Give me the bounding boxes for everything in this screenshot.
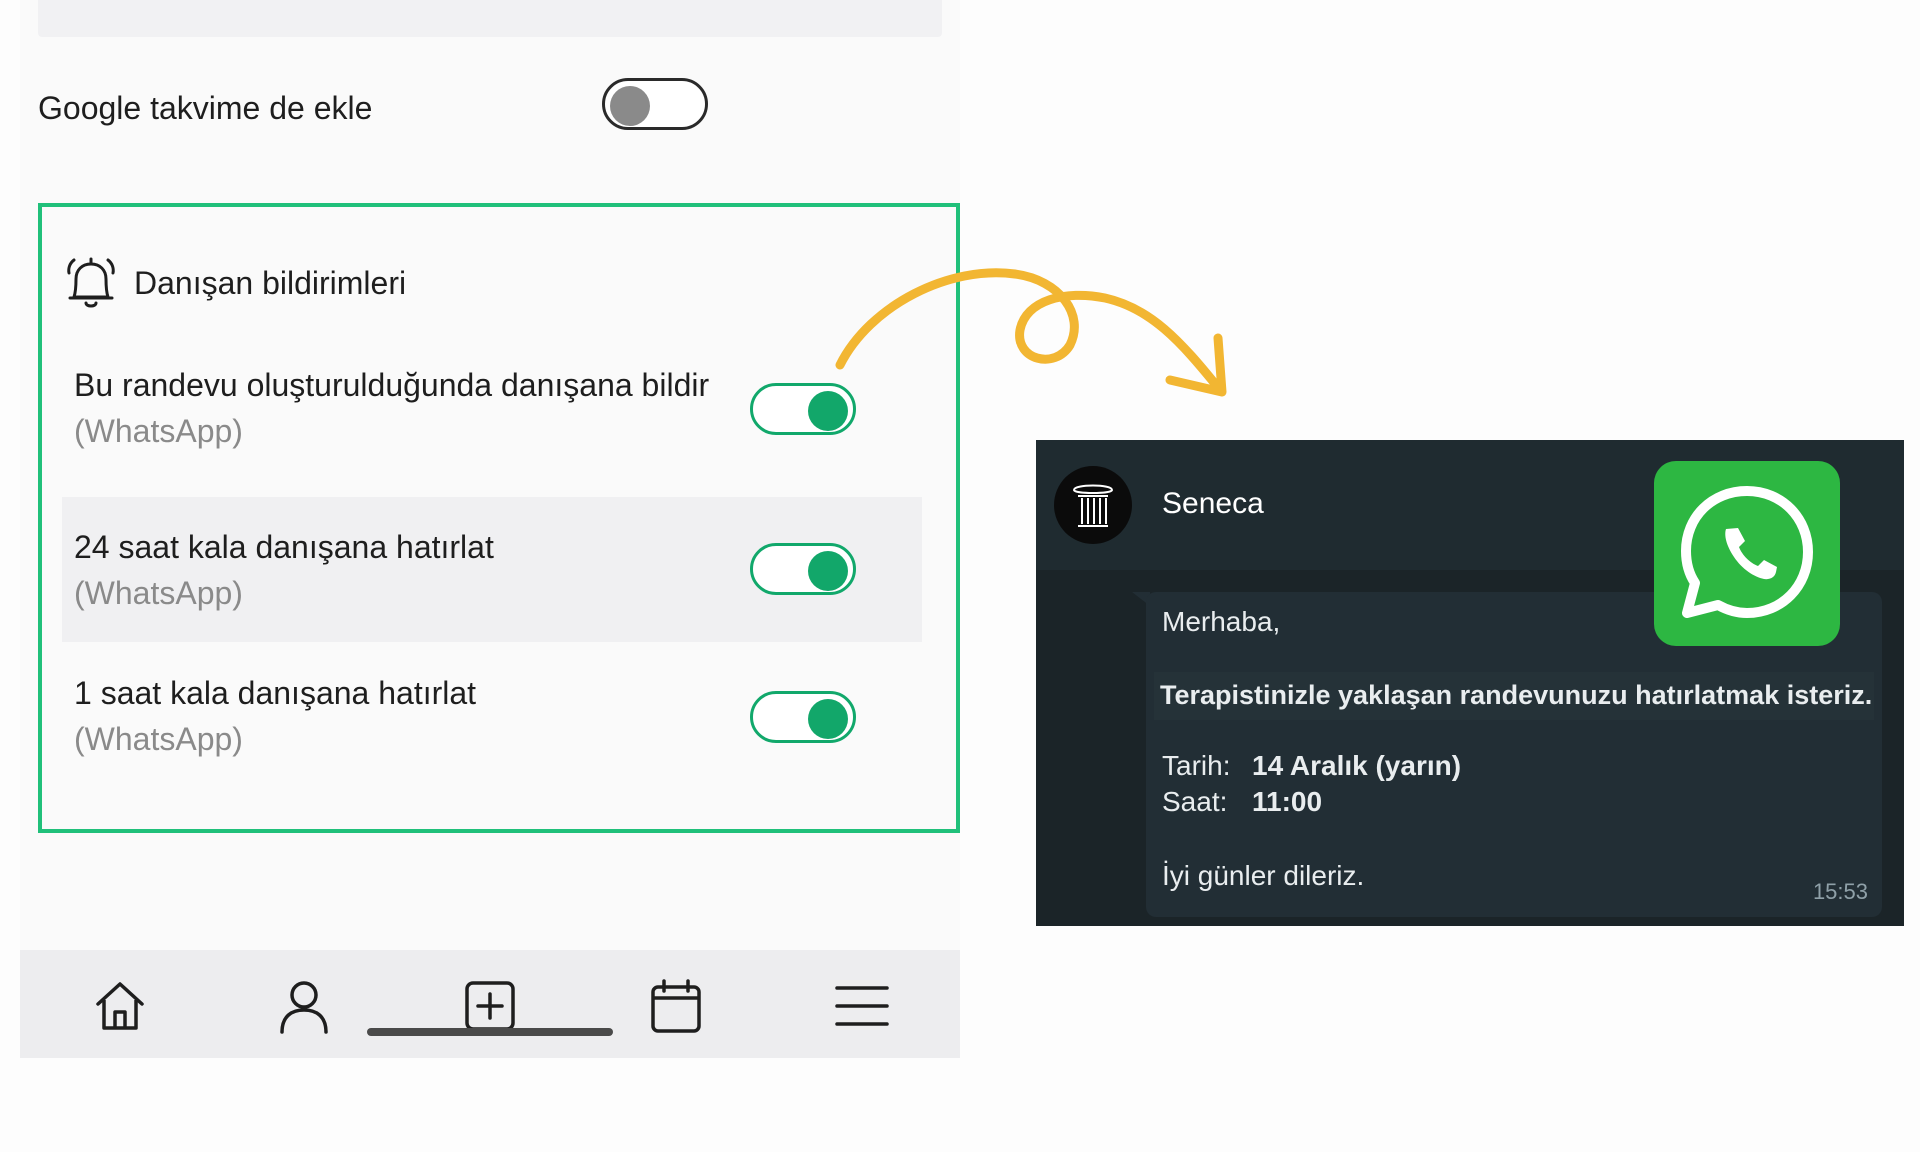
menu-icon[interactable]: [834, 978, 890, 1034]
remind-1h-toggle[interactable]: [750, 691, 856, 743]
message-greeting: Merhaba,: [1162, 606, 1281, 637]
date-label: Tarih:: [1162, 750, 1231, 781]
remind-24h-option: 24 saat kala danışana hatırlat (WhatsApp…: [62, 497, 922, 642]
message-headline: Terapistinizle yaklaşan randevunuzu hatı…: [1160, 680, 1873, 710]
top-section-strip: [38, 0, 942, 37]
curved-arrow-icon: [835, 268, 1227, 397]
option-label: Bu randevu oluşturulduğunda danışana bil…: [74, 367, 710, 403]
option-channel: (WhatsApp): [74, 413, 243, 449]
message-timestamp: 15:53: [1812, 879, 1868, 904]
remind-24h-toggle[interactable]: [750, 543, 856, 595]
bell-icon: [67, 257, 115, 308]
option-label: 1 saat kala danışana hatırlat: [74, 675, 477, 711]
time-label: Saat:: [1162, 786, 1228, 817]
add-icon[interactable]: [462, 978, 518, 1034]
toggle-knob: [808, 551, 848, 591]
whatsapp-logo-icon: [1654, 461, 1840, 646]
remind-1h-option: 1 saat kala danışana hatırlat (WhatsApp): [62, 647, 922, 792]
contact-name: Seneca: [1162, 487, 1264, 520]
client-notifications-section: Danışan bildirimleri Bu randevu oluşturu…: [38, 203, 960, 833]
user-icon[interactable]: [276, 978, 332, 1034]
option-channel: (WhatsApp): [74, 721, 243, 757]
toggle-knob: [610, 86, 650, 126]
message-closing: İyi günler dileriz.: [1162, 860, 1365, 891]
google-calendar-row: Google takvime de ekle: [38, 70, 738, 140]
google-calendar-label: Google takvime de ekle: [38, 90, 373, 126]
settings-screen: Google takvime de ekle Danışan bildiriml…: [20, 0, 960, 1058]
google-calendar-toggle[interactable]: [602, 78, 708, 130]
bottom-navigation: [20, 950, 960, 1058]
home-indicator-bar: [367, 1028, 613, 1036]
section-title: Danışan bildirimleri: [134, 265, 407, 301]
toggle-knob: [808, 699, 848, 739]
avatar: [1054, 466, 1132, 544]
option-label: 24 saat kala danışana hatırlat: [74, 529, 494, 565]
calendar-icon[interactable]: [648, 978, 704, 1034]
home-icon[interactable]: [92, 978, 148, 1034]
time-value: 11:00: [1252, 786, 1323, 817]
option-channel: (WhatsApp): [74, 575, 243, 611]
date-value: 14 Aralık (yarın): [1252, 750, 1462, 781]
column-logo-icon: [1072, 484, 1114, 527]
notify-on-create-option: Bu randevu oluşturulduğunda danışana bil…: [62, 335, 922, 480]
